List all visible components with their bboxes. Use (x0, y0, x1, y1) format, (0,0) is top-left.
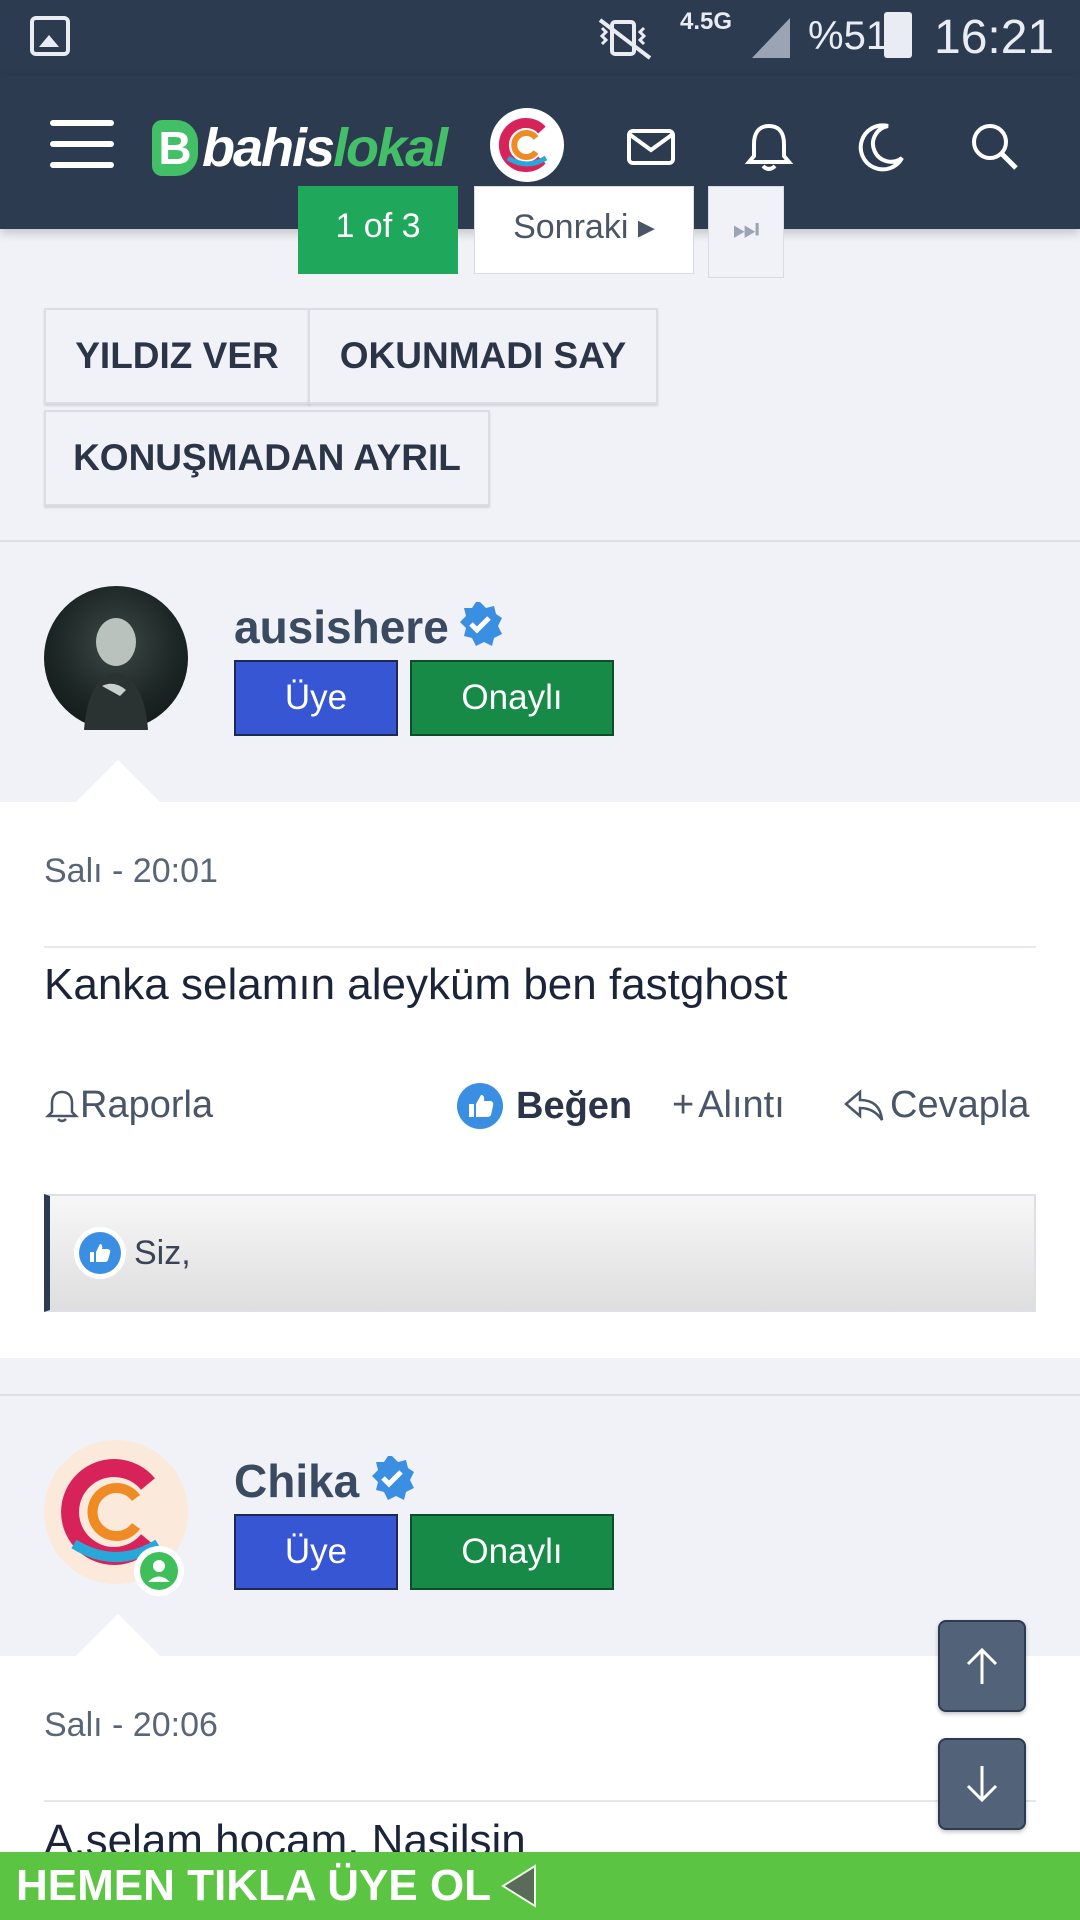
menu-icon[interactable] (50, 120, 114, 170)
scroll-top-button[interactable] (938, 1620, 1026, 1712)
post-time[interactable]: Salı - 20:01 (44, 852, 218, 891)
arrow-up-icon (966, 1647, 998, 1684)
post-username[interactable]: ausishere (234, 600, 449, 654)
post-pointer (76, 1614, 160, 1656)
site-logo[interactable]: B bahis lokal (152, 108, 448, 188)
reply-label: Cevapla (890, 1084, 1030, 1126)
bell-icon[interactable] (736, 114, 802, 180)
quote-button[interactable]: + Alıntı (672, 1084, 785, 1127)
logo-text-part1: bahis (202, 118, 335, 178)
post-header: Chika Üye Onaylı (0, 1394, 1080, 1659)
mail-icon[interactable] (618, 114, 684, 180)
search-icon[interactable] (962, 114, 1028, 180)
post-username[interactable]: Chika (234, 1454, 359, 1508)
post-divider (44, 1800, 1036, 1802)
triangle-left-icon (501, 1864, 537, 1908)
signup-banner[interactable]: HEMEN TIKLA ÜYE OL (0, 1852, 1080, 1920)
scroll-bottom-button[interactable] (938, 1738, 1026, 1830)
moon-icon[interactable] (848, 114, 914, 180)
battery-percent: %51 (808, 14, 889, 58)
post-header: ausishere Üye Onaylı (0, 540, 1080, 805)
likes-summary[interactable]: Siz, (44, 1194, 1036, 1312)
gallery-notification-icon (30, 16, 70, 56)
post-body: Salı - 20:06 A.selam hocam. Nasilsin (0, 1656, 1080, 1865)
last-page-button[interactable]: ⏭ (708, 186, 784, 278)
like-icon (74, 1227, 126, 1279)
avatar[interactable] (44, 586, 188, 730)
post-body: Salı - 20:01 Kanka selamın aleyküm ben f… (0, 802, 1080, 1358)
like-button[interactable]: Beğen (456, 1082, 632, 1130)
report-label: Raporla (80, 1084, 214, 1126)
clock: 16:21 (934, 11, 1055, 64)
reply-icon (844, 1088, 884, 1121)
post-text: Kanka selamın aleyküm ben fastghost (44, 960, 788, 1009)
like-label: Beğen (516, 1084, 633, 1127)
vibrate-off-icon (596, 14, 666, 72)
approved-badge: Onaylı (410, 660, 614, 736)
star-button[interactable]: YILDIZ VER (44, 308, 310, 404)
page-current[interactable]: 1 of 3 (298, 186, 458, 274)
reply-button[interactable]: Cevapla (842, 1084, 1029, 1127)
signup-banner-text: HEMEN TIKLA ÜYE OL (16, 1861, 492, 1910)
post-pointer (76, 760, 160, 802)
logo-mark-icon: B (152, 120, 198, 176)
brand-avatar-icon[interactable] (490, 108, 564, 182)
approved-badge: Onaylı (410, 1514, 614, 1590)
status-bar: 4.5G %51 16:21 (0, 0, 1080, 76)
quote-label: Alıntı (698, 1084, 785, 1126)
like-icon (457, 1083, 503, 1129)
battery-icon (884, 12, 912, 58)
logo-text-part2: lokal (333, 118, 448, 178)
network-type: 4.5G (680, 8, 733, 35)
next-page-button[interactable]: Sonraki ▸ (474, 186, 694, 274)
next-page-label: Sonraki (513, 208, 629, 246)
report-button[interactable]: Raporla (44, 1084, 213, 1127)
online-status-icon (134, 1546, 184, 1596)
member-badge: Üye (234, 660, 398, 736)
verified-icon (368, 1454, 416, 1502)
member-badge: Üye (234, 1514, 398, 1590)
signal-icon (752, 18, 790, 58)
bell-icon (44, 1090, 80, 1122)
plus-icon: + (672, 1084, 695, 1126)
mark-unread-button[interactable]: OKUNMADI SAY (308, 308, 658, 404)
likes-text: Siz, (134, 1233, 191, 1272)
post-divider (44, 946, 1036, 948)
post-time[interactable]: Salı - 20:06 (44, 1706, 218, 1745)
verified-icon (456, 600, 504, 648)
leave-conversation-button[interactable]: KONUŞMADAN AYRIL (44, 410, 490, 506)
arrow-down-icon (966, 1766, 998, 1803)
